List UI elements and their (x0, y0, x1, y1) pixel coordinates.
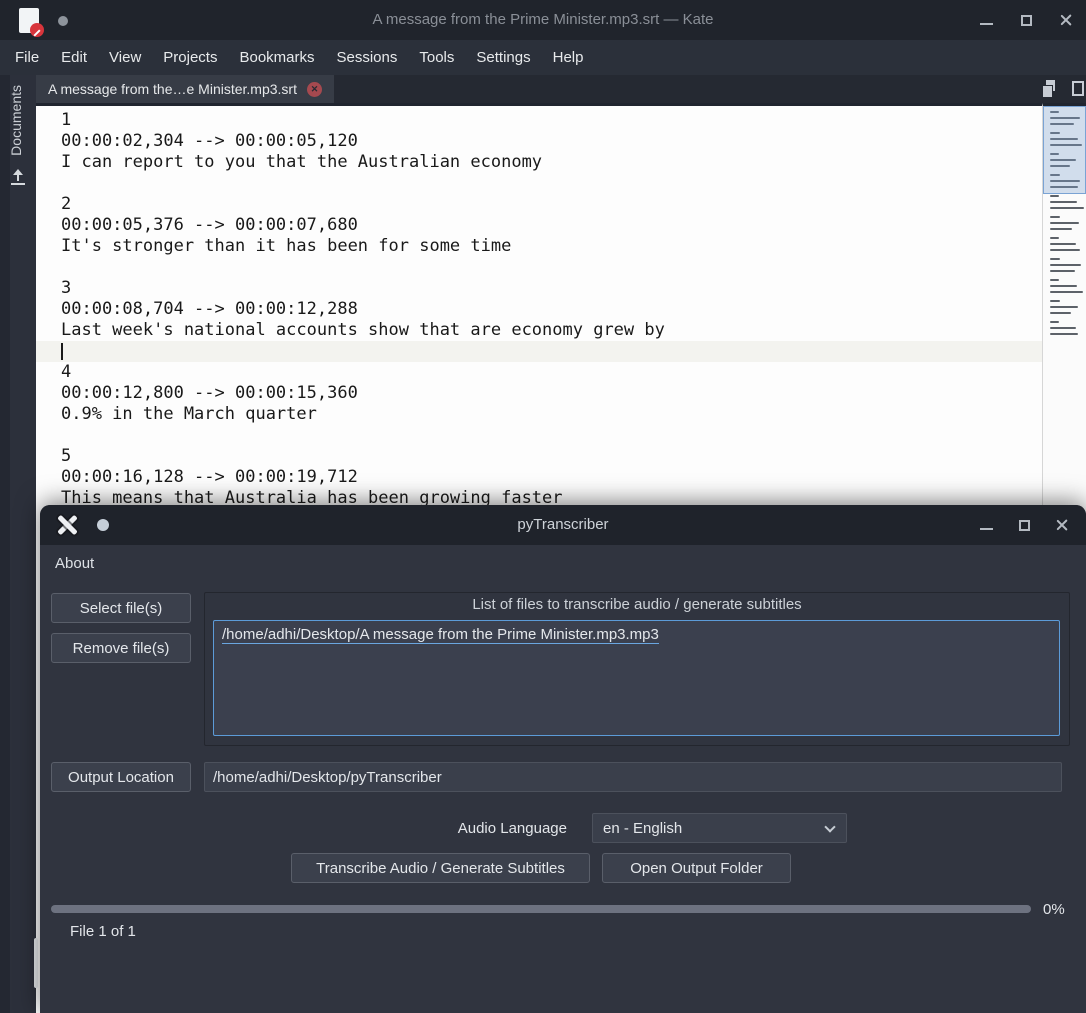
kate-menu-view[interactable]: View (98, 40, 152, 75)
editor-line-17[interactable]: 5 (36, 446, 1042, 467)
open-output-folder-button[interactable]: Open Output Folder (602, 853, 791, 883)
file-count-label: File 1 of 1 (70, 923, 136, 940)
kate-tabbar: A message from the…e Minister.mp3.srt (36, 75, 1086, 103)
duplicate-document-icon[interactable] (1042, 80, 1059, 98)
close-icon (1059, 13, 1073, 27)
text-cursor (61, 343, 63, 360)
editor-line-5[interactable]: 2 (36, 194, 1042, 215)
tabbar-actions (1042, 80, 1084, 98)
select-files-button[interactable]: Select file(s) (51, 593, 191, 623)
pytranscriber-window-controls (978, 505, 1070, 545)
kate-window-title: A message from the Prime Minister.mp3.sr… (372, 11, 714, 28)
editor-line-13[interactable]: 4 (36, 362, 1042, 383)
sidebar-documents-tab[interactable]: Documents (8, 85, 24, 156)
kate-menu-projects[interactable]: Projects (152, 40, 228, 75)
editor-line-6[interactable]: 00:00:05,376 --> 00:00:07,680 (36, 215, 1042, 236)
file-list-groupbox: List of files to transcribe audio / gene… (204, 592, 1070, 746)
minimap-block (1050, 132, 1086, 146)
kate-menu-sessions[interactable]: Sessions (326, 40, 409, 75)
chevron-down-icon (824, 821, 836, 833)
close-button[interactable] (1058, 12, 1074, 28)
kate-window-controls (978, 0, 1074, 40)
document-tab-label: A message from the…e Minister.mp3.srt (48, 81, 297, 97)
kate-menu-edit[interactable]: Edit (50, 40, 98, 75)
audio-language-label: Audio Language (457, 820, 567, 837)
maximize-icon (1020, 14, 1032, 26)
pytranscriber-window: pyTranscriber About Select file(s) Remov… (40, 505, 1086, 1013)
minimize-button[interactable] (978, 12, 994, 28)
output-path-field[interactable] (204, 762, 1062, 792)
editor-line-12[interactable] (36, 341, 1042, 362)
minimap-block (1050, 174, 1086, 188)
pytranscriber-window-title: pyTranscriber (517, 516, 609, 533)
minimap-content (1043, 106, 1086, 335)
editor-line-1[interactable]: 1 (36, 110, 1042, 131)
editor-line-3[interactable]: I can report to you that the Australian … (36, 152, 1042, 173)
minimap-block (1050, 216, 1086, 230)
remove-files-button[interactable]: Remove file(s) (51, 633, 191, 663)
kate-menu-help[interactable]: Help (542, 40, 595, 75)
minimap-block (1050, 195, 1086, 209)
maximize-button[interactable] (1018, 12, 1034, 28)
editor-line-18[interactable]: 00:00:16,128 --> 00:00:19,712 (36, 467, 1042, 488)
kate-left-toolbar: Documents (0, 75, 36, 1013)
editor-line-16[interactable] (36, 425, 1042, 446)
close-icon (1055, 518, 1069, 532)
file-list[interactable]: /home/adhi/Desktop/A message from the Pr… (213, 620, 1060, 736)
editor-line-7[interactable]: It's stronger than it has been for some … (36, 236, 1042, 257)
minimap-block (1050, 279, 1086, 293)
output-location-button[interactable]: Output Location (51, 762, 191, 792)
scrollbar-sliver (34, 938, 38, 988)
minimap-block (1050, 153, 1086, 167)
progress-percent-label: 0% (1043, 901, 1065, 918)
editor-line-9[interactable]: 3 (36, 278, 1042, 299)
editor-line-10[interactable]: 00:00:08,704 --> 00:00:12,288 (36, 299, 1042, 320)
file-list-group-title: List of files to transcribe audio / gene… (472, 596, 802, 613)
kate-menubar: File Edit View Projects Bookmarks Sessions Too… (0, 40, 1086, 75)
minimap-block (1050, 321, 1086, 335)
kate-menu-file[interactable]: File (4, 40, 50, 75)
close-button[interactable] (1054, 517, 1070, 533)
minimap-block (1050, 111, 1086, 125)
audio-language-value: en - English (603, 819, 683, 837)
kate-menu-bookmarks[interactable]: Bookmarks (228, 40, 325, 75)
pytranscriber-menubar: About (40, 545, 1086, 583)
audio-language-select[interactable]: en - English (592, 813, 847, 843)
file-list-item[interactable]: /home/adhi/Desktop/A message from the Pr… (214, 624, 1059, 645)
editor-line-11[interactable]: Last week's national accounts show that … (36, 320, 1042, 341)
split-view-icon[interactable] (1072, 81, 1084, 96)
kate-menu-settings[interactable]: Settings (465, 40, 541, 75)
kate-menu-tools[interactable]: Tools (408, 40, 465, 75)
editor-line-2[interactable]: 00:00:02,304 --> 00:00:05,120 (36, 131, 1042, 152)
minimize-button[interactable] (978, 517, 994, 533)
pytranscriber-titlebar: pyTranscriber (40, 505, 1086, 545)
open-document-icon[interactable] (11, 169, 25, 185)
editor-line-15[interactable]: 0.9% in the March quarter (36, 404, 1042, 425)
minimap-block (1050, 237, 1086, 251)
maximize-button[interactable] (1016, 517, 1032, 533)
editor-line-4[interactable] (36, 173, 1042, 194)
minimap-block (1050, 300, 1086, 314)
transcribe-button[interactable]: Transcribe Audio / Generate Subtitles (291, 853, 590, 883)
minimap-block (1050, 258, 1086, 272)
minimize-icon (979, 528, 993, 530)
editor-line-14[interactable]: 00:00:12,800 --> 00:00:15,360 (36, 383, 1042, 404)
document-tab[interactable]: A message from the…e Minister.mp3.srt (36, 75, 334, 103)
minimize-icon (979, 23, 993, 25)
maximize-icon (1018, 519, 1030, 531)
tab-close-icon[interactable] (306, 81, 322, 97)
editor-line-8[interactable] (36, 257, 1042, 278)
menu-about[interactable]: About (40, 545, 109, 583)
kate-titlebar: A message from the Prime Minister.mp3.sr… (0, 0, 1086, 40)
progress-bar (51, 905, 1031, 913)
